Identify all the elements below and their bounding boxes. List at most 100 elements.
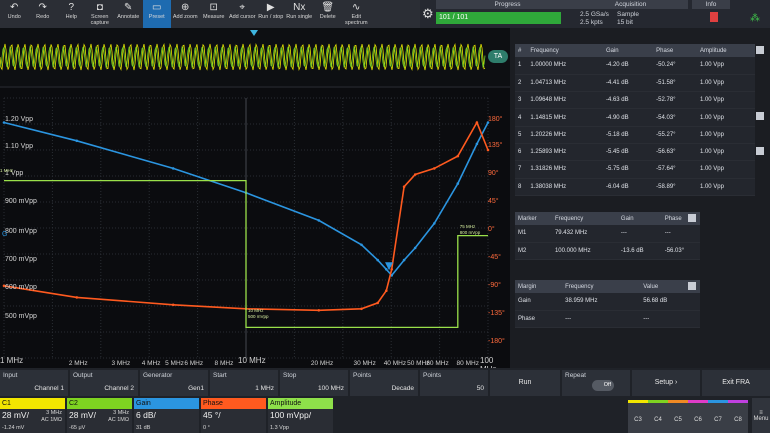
channel-box-amplitude[interactable]: Amplitude 100 mVpp/1.3 Vpp	[268, 398, 333, 433]
channel-box-phase[interactable]: Phase 45 °/ 0 °	[201, 398, 266, 433]
frequency-axis-tick: 2 MHz	[68, 360, 88, 367]
channel-tab-c4[interactable]: C4	[648, 400, 668, 433]
marker-menu-icon[interactable]	[688, 214, 696, 222]
table-row[interactable]: M2 100.000 MHz -13.6 dB -56.03°	[515, 242, 700, 261]
phase-point	[475, 121, 479, 124]
table-cell: -5.18 dB	[602, 126, 654, 144]
acq-mode: Sample	[617, 11, 640, 18]
toolbar-label: Run / stop	[258, 14, 284, 20]
table-row[interactable]: 5 1.20226 MHz -5.18 dB -55.27° 1.00 Vpp	[515, 126, 755, 144]
table-header: Gain	[602, 44, 654, 57]
annotate-button[interactable]: ✎ Annotate	[114, 0, 143, 28]
gear-icon[interactable]: ⚙	[422, 6, 434, 22]
table-header: Phase	[653, 44, 697, 57]
margin-menu-icon[interactable]	[688, 282, 696, 290]
channel-box-c1[interactable]: C1 28 mV/3 MHz AC 1MΩ -1.24 mV	[0, 398, 65, 433]
table-row[interactable]: Gain 38.959 MHz 56.68 dB	[515, 293, 700, 311]
channel-tab-c6[interactable]: C6	[688, 400, 708, 433]
table-cell: 1.00 Vpp	[696, 108, 755, 127]
frequency-axis-tick: 20 MHz	[310, 360, 334, 367]
brand-logo: ⁂	[750, 13, 760, 24]
toolbar-label: Preset	[148, 14, 165, 20]
table-row[interactable]: Phase --- ---	[515, 310, 700, 329]
channel-box-c2[interactable]: C2 28 mV/3 MHz AC 1MΩ -65 μV	[67, 398, 132, 433]
toolbar: ↶ Undo ↷ Redo? Help ◘ Screen capture ✎ Annotate ▭…	[0, 0, 420, 28]
start-field[interactable]: Start 1 MHz	[210, 370, 278, 396]
channel-coupling: AC 1MΩ	[108, 417, 129, 423]
repeat-field[interactable]: Repeat Off	[562, 370, 630, 396]
table-cell: -5.45 dB	[602, 143, 654, 162]
table-cell: -58.89°	[653, 178, 697, 196]
table-header: Frequency	[527, 44, 603, 57]
channel-name: Phase	[201, 398, 266, 409]
table-row[interactable]: 7 1.31826 MHz -5.75 dB -57.64° 1.00 Vpp	[515, 160, 755, 179]
run-button[interactable]: Run	[490, 370, 560, 396]
channel-scale: 28 mV/	[69, 410, 96, 420]
table-cell: 1.04713 MHz	[527, 74, 603, 93]
run-stop-button[interactable]: ▶ Run / stop	[257, 0, 286, 28]
frequency-axis-tick: 40 MHz	[383, 360, 407, 367]
screen-capture-button[interactable]: ◘ Screen capture	[86, 0, 115, 28]
output-field[interactable]: Output Channel 2	[70, 370, 138, 396]
menu-button[interactable]: ≡ Menu	[752, 398, 770, 433]
table-row[interactable]: 8 1.38038 MHz -6.04 dB -58.89° 1.00 Vpp	[515, 178, 755, 196]
input-field[interactable]: Input Channel 1	[0, 370, 68, 396]
table-row[interactable]: M1 79.432 MHz --- ---	[515, 225, 700, 243]
table-cell: ---	[661, 225, 700, 243]
phase-point	[456, 154, 460, 158]
generator-field[interactable]: Generator Gen1	[140, 370, 208, 396]
table-cell: -4.41 dB	[602, 74, 654, 93]
table-row[interactable]: 3 1.09648 MHz -4.63 dB -52.78° 1.00 Vpp	[515, 91, 755, 110]
phase-point	[171, 303, 175, 307]
table-row[interactable]: 6 1.25893 MHz -5.45 dB -56.63° 1.00 Vpp	[515, 143, 755, 162]
phase-axis-tick: -135°	[488, 310, 505, 317]
table-cell: 1.00 Vpp	[696, 57, 755, 75]
amplitude-step-label: 75 MHz	[459, 224, 476, 229]
table-row[interactable]: 4 1.14815 MHz -4.90 dB -54.03° 1.00 Vpp	[515, 108, 755, 127]
add-cursor-button[interactable]: ⌖ Add cursor	[228, 0, 257, 28]
redo-button[interactable]: ↷ Redo	[29, 0, 58, 28]
scroll-up-icon[interactable]	[756, 112, 764, 120]
channel-box-gain[interactable]: Gain 6 dB/31 dB	[134, 398, 199, 433]
phase-axis-tick: 0°	[488, 226, 495, 233]
measure-button[interactable]: ⊡ Measure	[200, 0, 229, 28]
phase-axis-tick: -45°	[488, 254, 501, 261]
run-single-button[interactable]: Nx Run single	[285, 0, 314, 28]
table-row[interactable]: 2 1.04713 MHz -4.41 dB -51.58° 1.00 Vpp	[515, 74, 755, 93]
channel-tab-c3[interactable]: C3	[628, 400, 648, 433]
gain-point	[317, 219, 321, 222]
preset-button[interactable]: ▭ Preset	[142, 0, 171, 28]
undo-button[interactable]: ↶ Undo	[0, 0, 29, 28]
table-row[interactable]: 1 1.00000 MHz -4.20 dB -50.24° 1.00 Vpp	[515, 57, 755, 75]
setup-button[interactable]: Setup ›	[632, 370, 700, 396]
channel-tab-c7[interactable]: C7	[708, 400, 728, 433]
channel-offset: 1.3 Vpp	[270, 425, 289, 431]
results-table: # Frequency Gain Phase Amplitude 1 1.00000 MH…	[515, 44, 755, 196]
edit-spectrum-button[interactable]: ∿ Edit spectrum	[342, 0, 371, 28]
waveform-overview[interactable]: TA	[0, 28, 510, 86]
channel-tab-c8[interactable]: C8	[728, 400, 748, 433]
exit-fra-button[interactable]: Exit FRA	[702, 370, 770, 396]
stop-field[interactable]: Stop 100 MHz	[280, 370, 348, 396]
amplitude-step-label: 10 MHz	[248, 308, 264, 313]
toolbar-label: Run single	[286, 14, 313, 20]
frequency-axis-tick: 8 MHz	[214, 360, 234, 367]
points-mode-field[interactable]: Points Decade	[350, 370, 418, 396]
results-menu-icon[interactable]	[756, 46, 764, 54]
channel-tab-c5[interactable]: C5	[668, 400, 688, 433]
repeat-toggle[interactable]: Off	[592, 380, 614, 391]
bode-plot[interactable]: 1.20 Vpp 1.10 Vpp 1 Vpp 900 mVpp 800 mVpp 700…	[0, 88, 510, 374]
table-cell: M1	[515, 225, 552, 243]
delete-button[interactable]: 🗑 Delete	[314, 0, 343, 28]
frequency-axis-tick: 3 MHz	[111, 360, 131, 367]
points-count-field[interactable]: Points 50	[420, 370, 488, 396]
ta-badge[interactable]: TA	[488, 50, 508, 63]
add-zoom-button[interactable]: ⊕ Add zoom	[171, 0, 200, 28]
info-icon[interactable]	[710, 12, 718, 22]
scroll-down-icon[interactable]	[756, 147, 764, 155]
gain-point	[376, 258, 380, 262]
gain-axis-tick: 900 mVpp	[5, 198, 37, 205]
help-button[interactable]: ? Help	[57, 0, 86, 28]
trigger-marker-icon[interactable]	[250, 30, 258, 36]
table-cell: 1.00 Vpp	[696, 126, 755, 144]
